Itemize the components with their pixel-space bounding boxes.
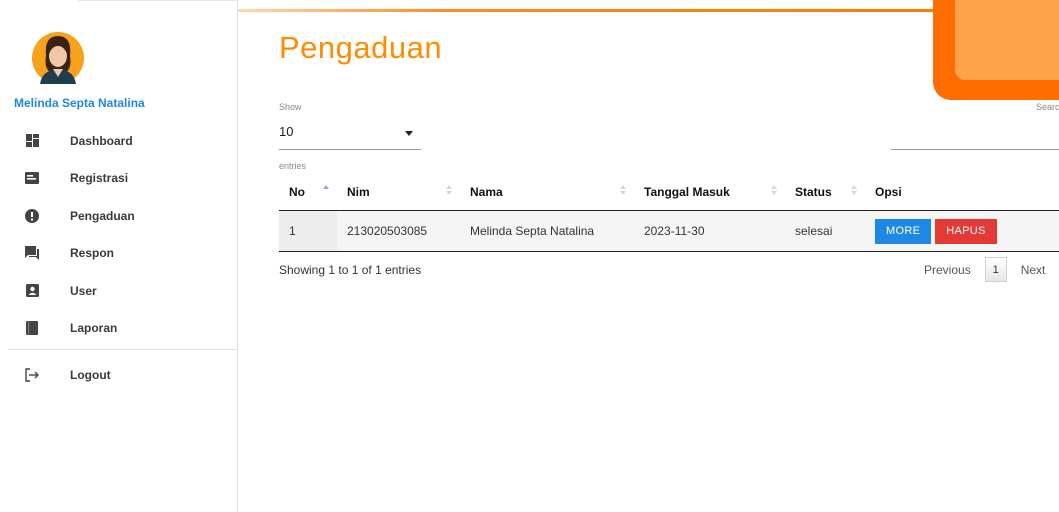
entries-label: entries	[279, 161, 307, 171]
sidebar-item-label: Pengaduan	[70, 208, 135, 223]
sidebar-nav: Dashboard Registrasi Pengaduan Respon Us…	[0, 122, 238, 394]
logout-label: Logout	[70, 367, 111, 382]
logout-button[interactable]: Logout	[0, 356, 238, 394]
table-header: No Nim Nama Tanggal Masuk Status Opsi	[279, 173, 1059, 211]
column-header-label: Nim	[347, 184, 370, 199]
cell-no: 1	[279, 211, 337, 251]
delete-button[interactable]: HAPUS	[935, 218, 997, 244]
user-avatar[interactable]	[26, 26, 90, 90]
header-accent-line	[238, 9, 934, 12]
sidebar-item-dashboard[interactable]: Dashboard	[0, 122, 238, 160]
sidebar-item-label: Laporan	[70, 321, 118, 336]
pagination: Previous 1 Next	[924, 257, 1045, 282]
dashboard-icon	[25, 134, 39, 148]
page-title: Pengaduan	[279, 30, 443, 65]
sidebar-top-divider	[78, 0, 238, 1]
column-header-label: No	[289, 184, 305, 199]
column-header-label: Opsi	[875, 184, 902, 199]
column-header-opsi[interactable]: Opsi	[865, 173, 1059, 210]
sidebar-item-registrasi[interactable]: Registrasi	[0, 160, 238, 198]
book-icon	[25, 321, 39, 336]
previous-page-link[interactable]: Previous	[924, 263, 971, 277]
sidebar-item-label: User	[70, 283, 97, 298]
sidebar-item-pengaduan[interactable]: Pengaduan	[0, 197, 238, 235]
sidebar-item-respon[interactable]: Respon	[0, 235, 238, 273]
complaints-table: No Nim Nama Tanggal Masuk Status Opsi 1 …	[279, 173, 1059, 252]
cell-nama: Melinda Septa Natalina	[470, 224, 595, 238]
sort-icon	[851, 185, 857, 197]
page-length-value: 10	[279, 124, 294, 139]
page-length-select[interactable]: 10	[279, 120, 421, 150]
registration-card-icon	[25, 171, 39, 185]
column-header-label: Status	[795, 184, 832, 199]
column-header-tanggal-masuk[interactable]: Tanggal Masuk	[634, 173, 785, 210]
next-page-link[interactable]: Next	[1021, 263, 1046, 277]
user-box-icon	[25, 284, 39, 298]
column-header-no[interactable]: No	[279, 173, 337, 210]
corner-decoration-inner	[955, 0, 1059, 80]
user-name: Melinda Septa Natalina	[14, 96, 145, 110]
show-label: Show	[279, 102, 302, 112]
sidebar-divider	[8, 349, 238, 350]
column-header-status[interactable]: Status	[785, 173, 865, 210]
chat-icon	[25, 246, 39, 261]
more-button[interactable]: MORE	[875, 218, 932, 244]
column-header-nama[interactable]: Nama	[460, 173, 634, 210]
search-label: Search:	[1036, 102, 1059, 112]
table-row: 1 213020503085 Melinda Septa Natalina 20…	[279, 211, 1059, 252]
sidebar-item-user[interactable]: User	[0, 272, 238, 310]
sidebar-item-label: Registrasi	[70, 171, 129, 186]
sidebar-item-label: Respon	[70, 246, 115, 261]
cell-status: selesai	[795, 224, 833, 238]
sidebar-item-label: Dashboard	[70, 133, 133, 148]
caret-down-icon	[405, 131, 413, 136]
search-input[interactable]	[891, 120, 1059, 150]
table-info: Showing 1 to 1 of 1 entries	[279, 263, 422, 277]
sort-icon	[771, 185, 777, 197]
alert-icon	[25, 208, 39, 223]
sort-icon	[446, 185, 452, 197]
column-header-label: Nama	[470, 184, 503, 199]
page-1-button[interactable]: 1	[984, 257, 1007, 282]
sidebar: Melinda Septa Natalina Dashboard Registr…	[0, 0, 238, 512]
logout-icon	[25, 368, 39, 382]
sort-icon	[323, 185, 329, 197]
column-header-nim[interactable]: Nim	[337, 173, 460, 210]
cell-opsi: MORE HAPUS	[865, 211, 1059, 251]
cell-nim: 213020503085	[347, 224, 428, 238]
sort-icon	[620, 185, 626, 197]
column-header-label: Tanggal Masuk	[644, 184, 730, 199]
cell-tanggal-masuk: 2023-11-30	[644, 224, 705, 238]
sidebar-item-laporan[interactable]: Laporan	[0, 310, 238, 348]
